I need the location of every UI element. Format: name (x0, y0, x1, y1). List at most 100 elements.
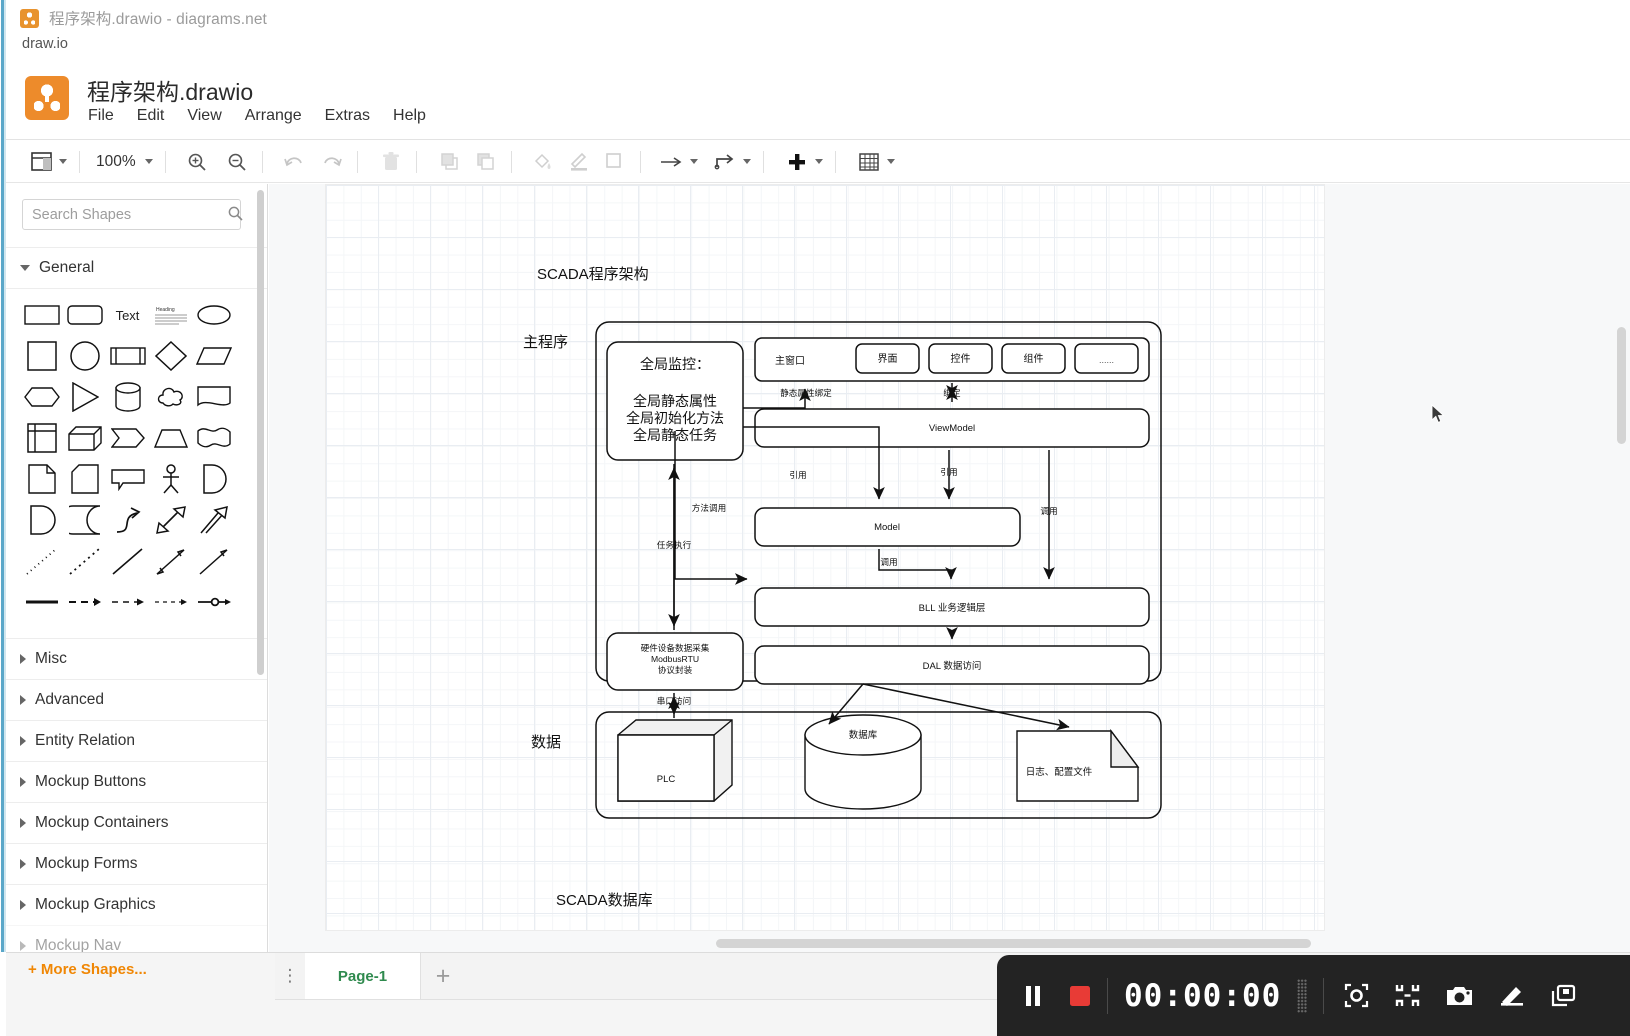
zoom-in-icon[interactable] (184, 147, 210, 177)
sidebar-section-general[interactable]: General (6, 247, 267, 288)
shape-heading[interactable]: Heading (149, 298, 192, 332)
menu-item-file[interactable]: File (88, 107, 114, 125)
shape-callout[interactable] (106, 462, 149, 496)
url-label: draw.io (22, 36, 68, 52)
kebab-menu-icon[interactable]: ⋮ (275, 967, 305, 984)
table-icon[interactable] (856, 147, 882, 177)
shape-block-arrow[interactable] (192, 503, 235, 537)
search-input[interactable] (22, 199, 241, 230)
shape-ellipse[interactable] (192, 298, 235, 332)
shape-dashed-line[interactable] (63, 544, 106, 578)
shape-cylinder[interactable] (106, 380, 149, 414)
view-icon[interactable] (28, 147, 54, 177)
stop-record-icon[interactable] (1069, 985, 1091, 1007)
page-tab-page-1[interactable]: Page-1 (305, 953, 421, 999)
shape-triangle[interactable] (63, 380, 106, 414)
shape-internal-storage[interactable] (20, 421, 63, 455)
shape-arrow-line[interactable] (192, 544, 235, 578)
shape-dotted-arrow[interactable] (149, 585, 192, 619)
shape-trapezoid[interactable] (149, 421, 192, 455)
sidebar-section-misc[interactable]: Misc (6, 638, 267, 679)
to-back-icon[interactable] (473, 147, 499, 177)
shape-s-arrow[interactable] (106, 503, 149, 537)
to-front-icon[interactable] (437, 147, 463, 177)
shape-tape[interactable] (192, 421, 235, 455)
shape-bidirectional-arrow[interactable] (149, 503, 192, 537)
shape-card[interactable] (63, 462, 106, 496)
search-icon[interactable] (228, 206, 243, 221)
shape-dotted-line[interactable] (20, 544, 63, 578)
window-icon[interactable] (1551, 984, 1576, 1008)
chevron-right-icon (20, 695, 26, 705)
pause-icon[interactable] (1023, 984, 1043, 1008)
sidebar-section-mockup-graphics[interactable]: Mockup Graphics (6, 884, 267, 925)
shadow-icon[interactable] (602, 147, 628, 177)
sidebar-section-partial[interactable]: Mockup Nav (6, 925, 267, 952)
shape-rectangle[interactable] (20, 298, 63, 332)
zoom-out-icon[interactable] (224, 147, 250, 177)
insert-dropdown-caret[interactable] (814, 159, 823, 164)
menu-item-view[interactable]: View (187, 107, 221, 125)
zoom-dropdown-caret[interactable] (144, 159, 153, 164)
waypoints-dropdown-caret[interactable] (689, 159, 698, 164)
shape-diamond[interactable] (149, 339, 192, 373)
shape-data-storage[interactable] (63, 503, 106, 537)
shape-note[interactable] (20, 462, 63, 496)
menu-item-arrange[interactable]: Arrange (245, 107, 302, 125)
sidebar-section-advanced[interactable]: Advanced (6, 679, 267, 720)
zoom-level-label[interactable]: 100% (92, 153, 140, 171)
view-dropdown-caret[interactable] (59, 159, 67, 164)
drag-grip-icon[interactable] (1297, 978, 1308, 1013)
shape-document[interactable] (192, 380, 235, 414)
shrink-icon[interactable] (1395, 983, 1420, 1008)
shape-double-arrow-line[interactable] (149, 544, 192, 578)
shape-process[interactable] (106, 339, 149, 373)
pen-icon[interactable] (1499, 984, 1525, 1008)
camera-icon[interactable] (1446, 985, 1473, 1007)
shape-parallelogram[interactable] (192, 339, 235, 373)
delete-icon[interactable] (378, 147, 404, 177)
line-color-icon[interactable] (566, 147, 592, 177)
fill-color-icon[interactable] (530, 147, 556, 177)
menu-item-help[interactable]: Help (393, 107, 426, 125)
edge-style-icon[interactable] (712, 147, 738, 177)
recorder-divider (1107, 977, 1108, 1014)
shape-cube[interactable] (63, 421, 106, 455)
sidebar-section-mockup-buttons[interactable]: Mockup Buttons (6, 761, 267, 802)
canvas-page[interactable] (326, 185, 1324, 930)
shape-delay[interactable] (192, 462, 235, 496)
edge-style-dropdown-caret[interactable] (742, 159, 751, 164)
sidebar-section-entity-relation[interactable]: Entity Relation (6, 720, 267, 761)
menu-item-edit[interactable]: Edit (137, 107, 165, 125)
shape-display[interactable] (20, 503, 63, 537)
insert-icon[interactable] (784, 147, 810, 177)
sidebar-scrollbar[interactable] (257, 190, 264, 675)
shape-arrow-pentagon[interactable] (106, 421, 149, 455)
shape-cloud[interactable] (149, 380, 192, 414)
shape-square[interactable] (20, 339, 63, 373)
canvas-vertical-scrollbar[interactable] (1617, 327, 1626, 444)
shape-hexagon[interactable] (20, 380, 63, 414)
shape-dashed-arrow[interactable] (63, 585, 106, 619)
shape-actor[interactable] (149, 462, 192, 496)
plus-icon[interactable]: + (421, 962, 465, 991)
shape-thin-dashed-arrow[interactable] (106, 585, 149, 619)
redo-icon[interactable] (319, 147, 345, 177)
undo-icon[interactable] (281, 147, 307, 177)
target-capture-icon[interactable] (1344, 983, 1369, 1008)
diagram-canvas[interactable]: 全局监控： 全局静态属性 全局初始化方法 全局静态任务 主窗口 界面 控件 组件… (269, 184, 1630, 952)
shape-thick-line[interactable] (20, 585, 63, 619)
more-shapes-button[interactable]: + More Shapes... (28, 961, 147, 978)
sidebar-section-label: Mockup Graphics (35, 896, 156, 913)
sidebar-section-mockup-containers[interactable]: Mockup Containers (6, 802, 267, 843)
shape-text[interactable]: Text (106, 298, 149, 332)
shape-rounded-rectangle[interactable] (63, 298, 106, 332)
table-dropdown-caret[interactable] (886, 159, 895, 164)
shape-line[interactable] (106, 544, 149, 578)
canvas-horizontal-scrollbar[interactable] (716, 939, 1311, 948)
waypoints-icon[interactable] (659, 147, 685, 177)
menu-item-extras[interactable]: Extras (325, 107, 370, 125)
sidebar-section-mockup-forms[interactable]: Mockup Forms (6, 843, 267, 884)
shape-circle-arrow[interactable] (192, 585, 235, 619)
shape-circle[interactable] (63, 339, 106, 373)
